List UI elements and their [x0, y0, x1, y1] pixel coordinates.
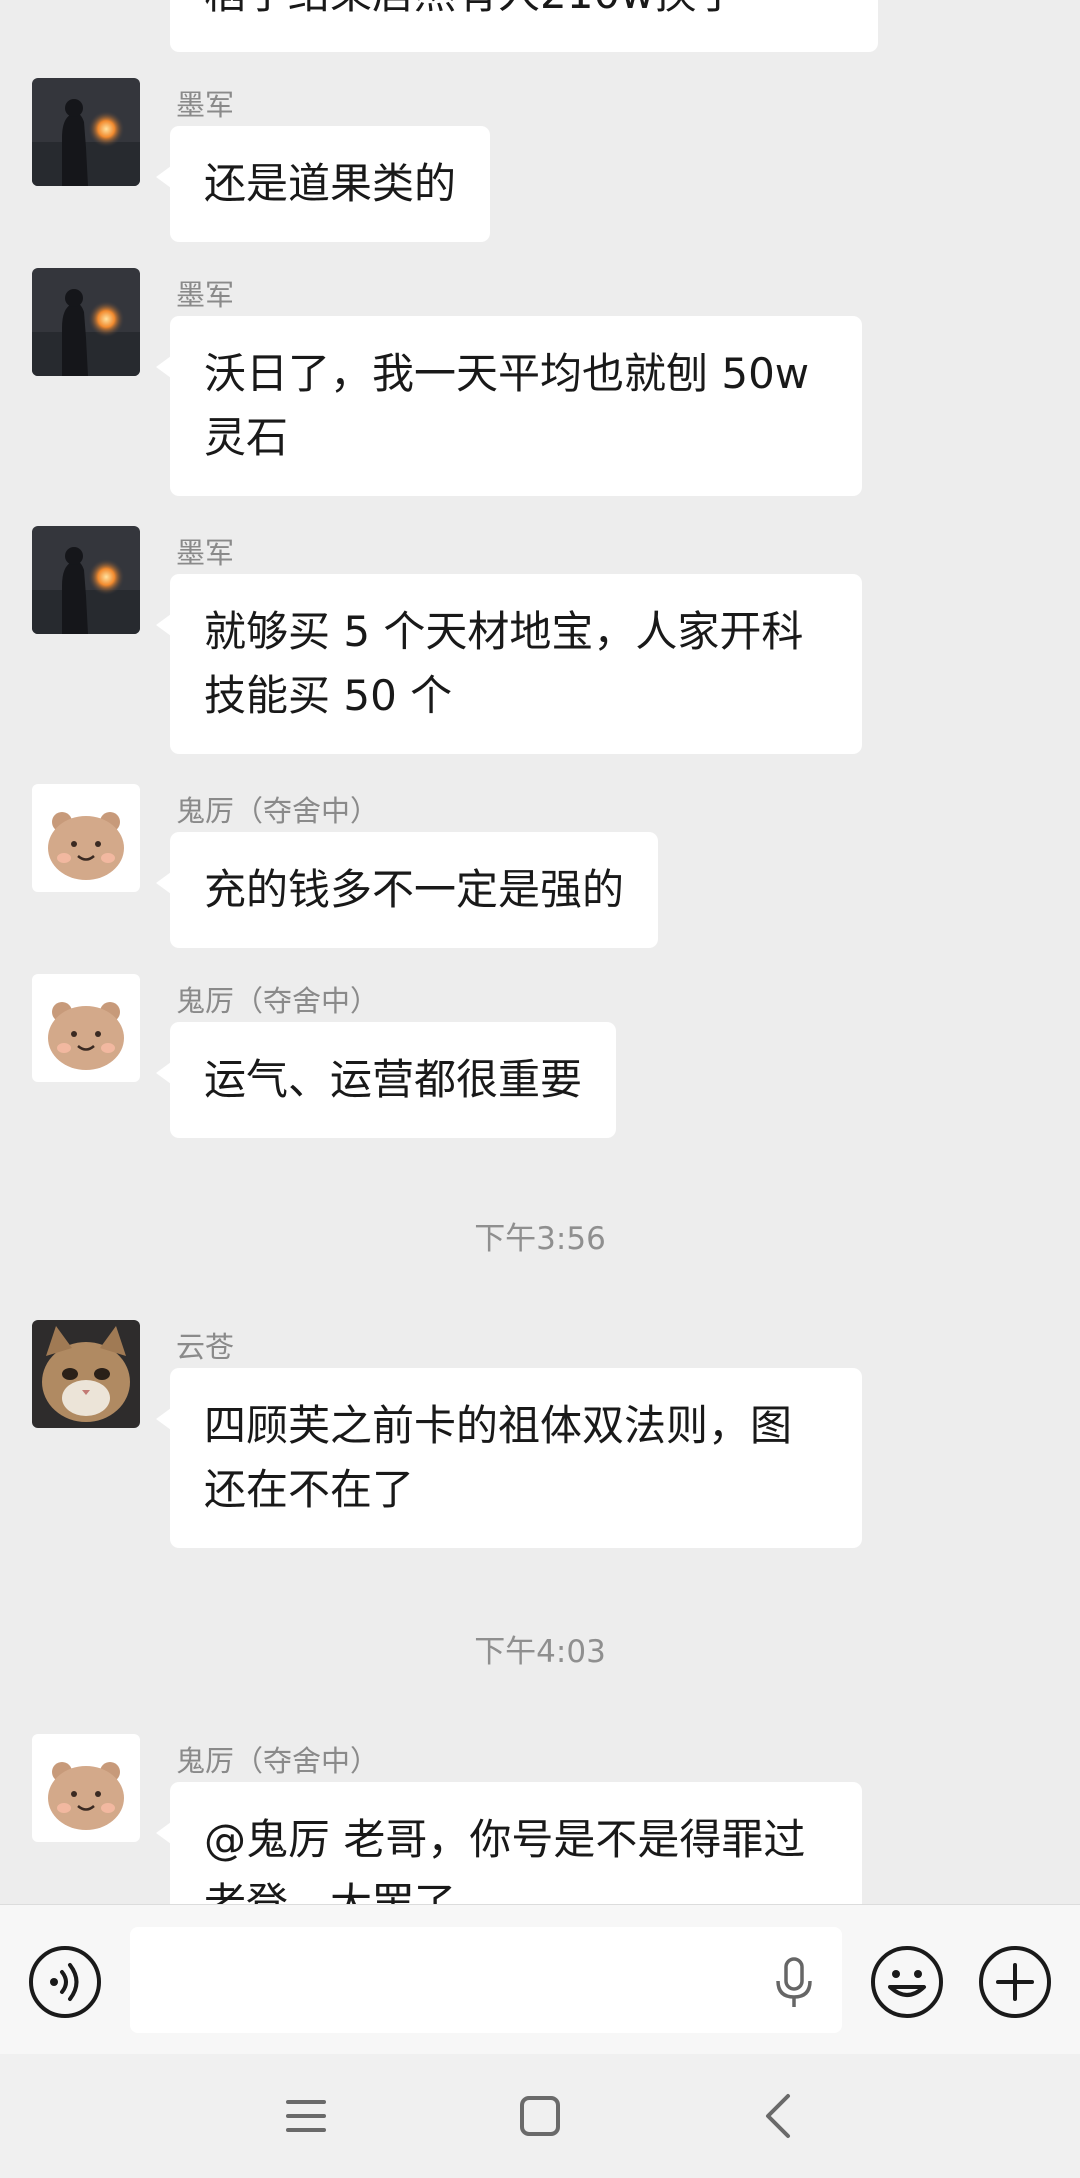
message-bubble[interactable]: 运气、运营都很重要 — [155, 1022, 617, 1138]
back-icon[interactable] — [760, 2092, 794, 2140]
voice-icon[interactable] — [28, 1945, 102, 2019]
message-bubble[interactable]: 沃日了，我一天平均也就刨 50w 灵石 — [156, 316, 862, 496]
night-fire-avatar[interactable] — [32, 526, 140, 634]
night-fire-avatar[interactable] — [32, 78, 140, 186]
message-bubble[interactable]: @鬼厉 老哥，你号是不是得罪过老登，大罢了 — [156, 1782, 862, 1904]
microphone-icon[interactable] — [772, 1957, 816, 2009]
message-bubble[interactable]: 四顾芙之前卡的祖体双法则，图还在不在了 — [156, 1368, 862, 1548]
message-bubble[interactable]: 充的钱多不一定是强的 — [155, 832, 659, 948]
cat-avatar[interactable] — [32, 1320, 140, 1428]
emoji-icon[interactable] — [870, 1945, 944, 2019]
sender-name: 鬼厉（夺舍中） — [176, 1744, 380, 1778]
night-fire-avatar[interactable] — [32, 268, 140, 376]
sender-name: 云苍 — [176, 1330, 235, 1364]
message-input[interactable] — [130, 1927, 842, 2033]
bear-avatar[interactable] — [32, 1734, 140, 1842]
message-bubble[interactable]: 稻子结果居然有人210w换了 — [170, 0, 878, 52]
bear-avatar[interactable] — [32, 974, 140, 1082]
sender-name: 墨军 — [176, 88, 235, 122]
message-bubble[interactable]: 就够买 5 个天材地宝，人家开科技能买 50 个 — [156, 574, 862, 754]
sender-name: 墨军 — [176, 536, 235, 570]
sender-name: 墨军 — [176, 278, 235, 312]
timestamp-divider: 下午3:56 — [474, 1221, 606, 1257]
chat-message-list[interactable]: 稻子结果居然有人210w换了 墨军 还是道果类的 — [0, 0, 1080, 1904]
plus-icon[interactable] — [978, 1945, 1052, 2019]
home-icon[interactable] — [518, 2094, 562, 2138]
system-navigation-bar — [0, 2054, 1080, 2178]
message-bubble[interactable]: 还是道果类的 — [155, 126, 491, 242]
timestamp-divider: 下午4:03 — [474, 1634, 606, 1670]
chat-input-bar — [0, 1904, 1080, 2055]
menu-icon[interactable] — [284, 2096, 328, 2136]
sender-name: 鬼厉（夺舍中） — [176, 794, 380, 828]
sender-name: 鬼厉（夺舍中） — [176, 984, 380, 1018]
bear-avatar[interactable] — [32, 784, 140, 892]
